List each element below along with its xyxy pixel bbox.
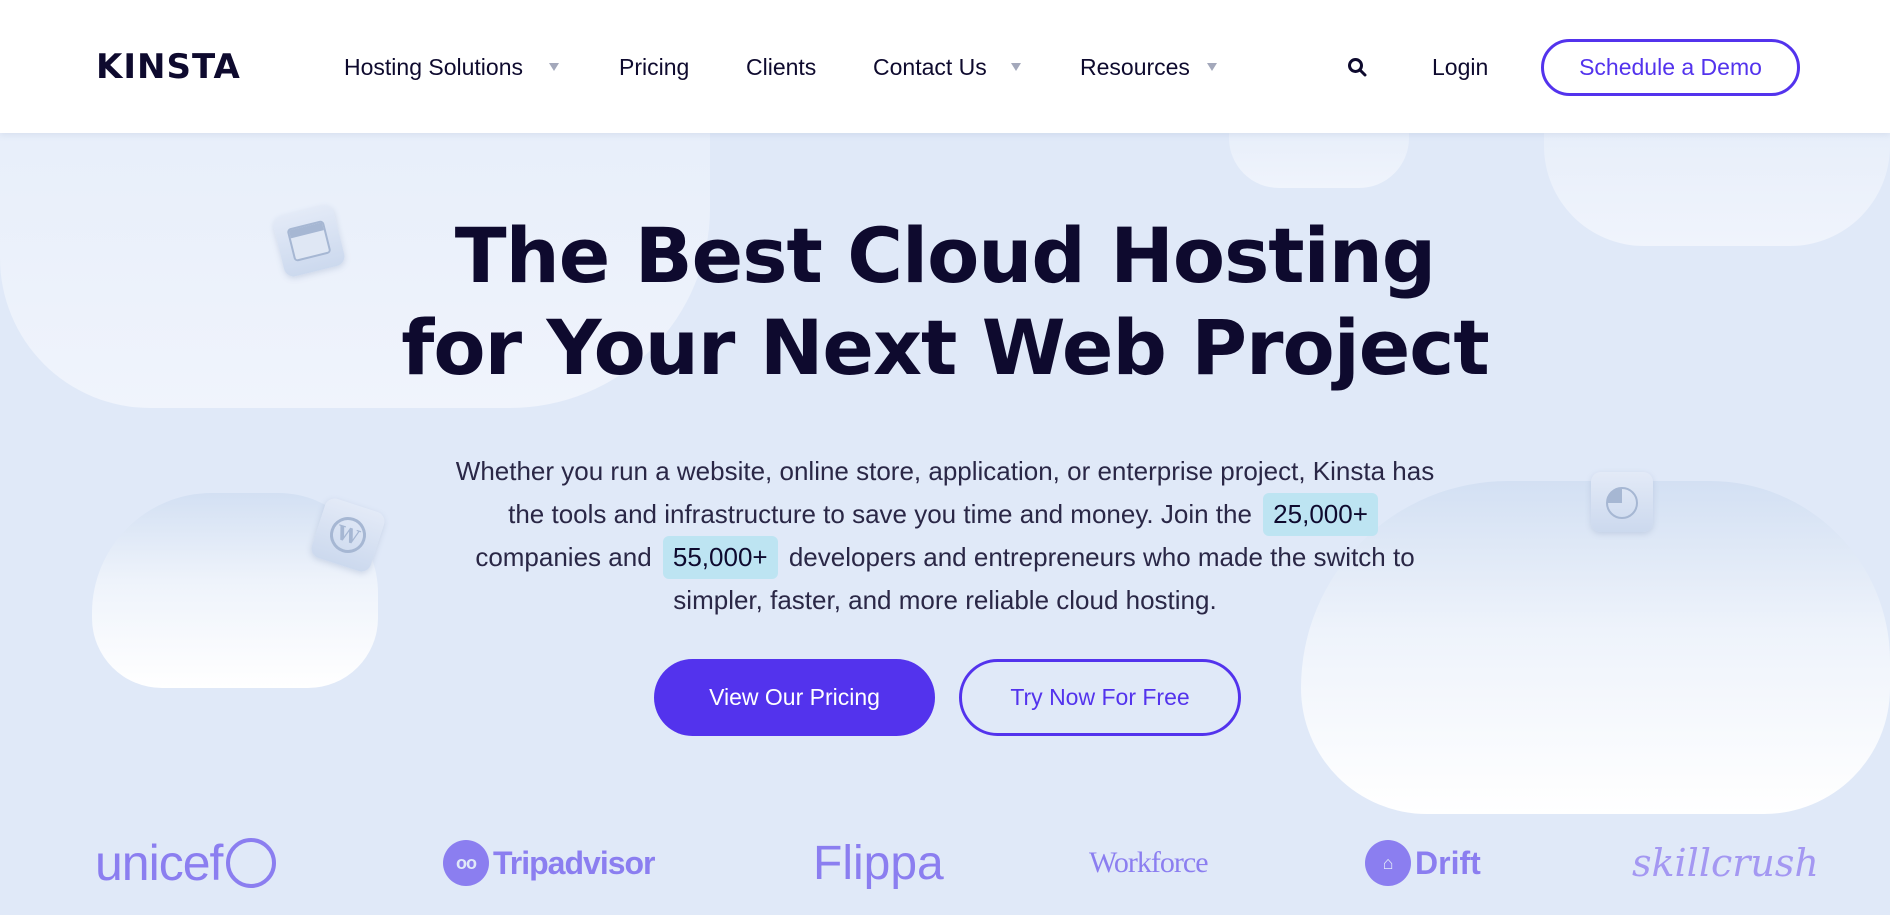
nav-pricing[interactable]: Pricing: [619, 52, 689, 82]
companies-count-badge: 25,000+: [1263, 493, 1378, 536]
skillcrush-wordmark: skillcrush: [1632, 841, 1819, 885]
tripadvisor-wordmark: Tripadvisor: [493, 844, 655, 881]
unicef-wordmark: unicef: [95, 835, 223, 891]
hero-title-line2: for Your Next Web Project: [401, 303, 1489, 392]
decorative-cloud-top-center: [1229, 133, 1409, 188]
hero-title: The Best Cloud Hosting for Your Next Web…: [0, 210, 1890, 394]
hero-description: Whether you run a website, online store,…: [445, 450, 1445, 622]
nav-clients[interactable]: Clients: [746, 52, 816, 82]
nav-hosting-solutions[interactable]: Hosting Solutions: [344, 52, 523, 82]
chevron-down-icon[interactable]: [1011, 63, 1021, 71]
drift-icon: ⌂: [1365, 840, 1411, 886]
search-icon[interactable]: [1347, 57, 1367, 79]
client-logo-workforce: Workforce: [1089, 838, 1209, 888]
client-logo-skillcrush: skillcrush: [1632, 838, 1819, 888]
view-pricing-button[interactable]: View Our Pricing: [654, 659, 935, 736]
try-free-button[interactable]: Try Now For Free: [959, 659, 1241, 736]
nav-resources[interactable]: Resources: [1080, 52, 1190, 82]
schedule-demo-button[interactable]: Schedule a Demo: [1541, 39, 1800, 96]
site-header: KINSTA Hosting Solutions Pricing Clients…: [0, 0, 1890, 133]
hero-title-line1: The Best Cloud Hosting: [454, 211, 1436, 300]
pie-chart-icon: [1591, 472, 1653, 532]
client-logo-drift: ⌂ Drift: [1365, 838, 1481, 888]
client-logo-unicef: unicef: [95, 835, 277, 891]
unicef-emblem-icon: [226, 838, 277, 888]
hero-text-part2: companies and: [475, 542, 652, 572]
chevron-down-icon[interactable]: [549, 63, 559, 71]
hero-text-part3: developers and entrepreneurs who made th…: [673, 542, 1415, 615]
kinsta-logo[interactable]: KINSTA: [96, 47, 241, 87]
tripadvisor-owl-icon: oo: [443, 840, 489, 886]
nav-contact-us[interactable]: Contact Us: [873, 52, 987, 82]
login-link[interactable]: Login: [1432, 52, 1488, 82]
workforce-wordmark: Workforce: [1089, 846, 1209, 879]
drift-wordmark: Drift: [1415, 844, 1481, 881]
chevron-down-icon[interactable]: [1207, 63, 1217, 71]
flippa-wordmark: Flippa: [813, 836, 944, 890]
client-logo-tripadvisor: oo Tripadvisor: [443, 838, 655, 888]
developers-count-badge: 55,000+: [662, 536, 778, 579]
client-logo-flippa: Flippa: [813, 836, 944, 890]
